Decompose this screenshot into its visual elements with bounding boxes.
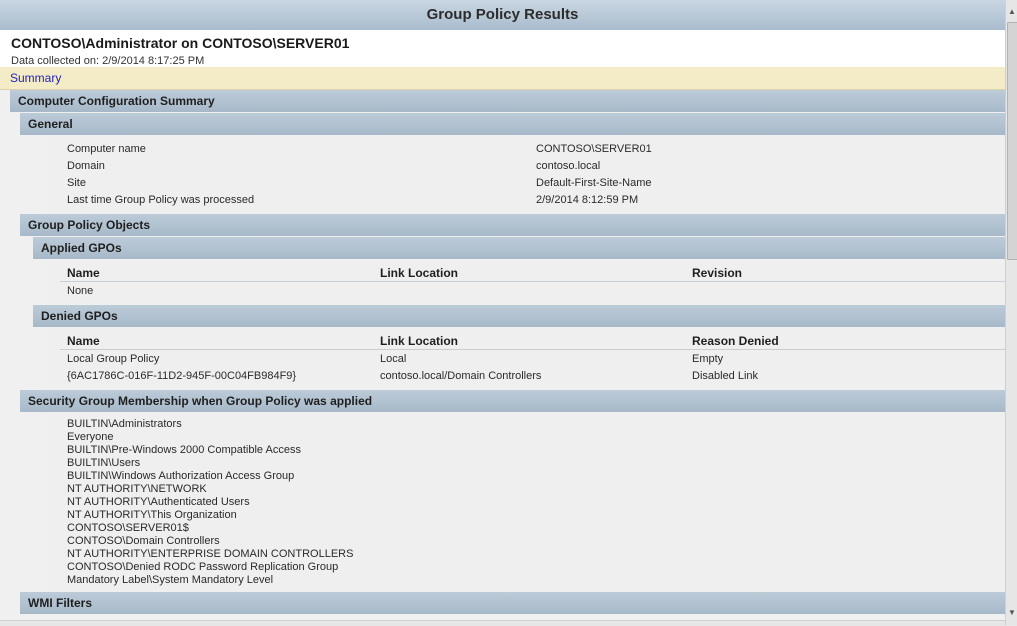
list-item: NT AUTHORITY\Authenticated Users — [67, 496, 250, 508]
report-heading: CONTOSO\Administrator on CONTOSO\SERVER0… — [11, 35, 350, 51]
security-groups-header[interactable]: Security Group Membership when Group Pol… — [20, 390, 1005, 412]
general-value: CONTOSO\SERVER01 — [536, 143, 652, 155]
security-group-list: BUILTIN\Administrators Everyone BUILTIN\… — [67, 418, 353, 587]
list-item: Mandatory Label\System Mandatory Level — [67, 574, 274, 586]
list-item: NT AUTHORITY\This Organization — [67, 509, 237, 521]
general-section-header[interactable]: General — [20, 113, 1005, 135]
list-item: BUILTIN\Windows Authorization Access Gro… — [67, 470, 295, 482]
general-label: Computer name — [67, 143, 146, 155]
table-cell: Disabled Link — [692, 370, 759, 382]
list-item: BUILTIN\Users — [67, 457, 141, 469]
table-cell: Empty — [692, 353, 724, 365]
summary-bar: Summary — [0, 67, 1005, 90]
general-label: Domain — [67, 160, 105, 172]
list-item: BUILTIN\Administrators — [67, 418, 182, 430]
applied-header-divider — [60, 281, 1005, 282]
table-cell: {6AC1786C-016F-11D2-945F-00C04FB984F9} — [67, 370, 297, 382]
general-label: Site — [67, 177, 86, 189]
window-title: Group Policy Results — [0, 0, 1005, 31]
table-cell: Local Group Policy — [67, 353, 160, 365]
data-collected-text: Data collected on: 2/9/2014 8:17:25 PM — [11, 55, 205, 67]
applied-gpos-header[interactable]: Applied GPOs — [33, 237, 1005, 259]
denied-col-reason: Reason Denied — [692, 334, 779, 348]
scrollbar-thumb[interactable] — [1007, 22, 1017, 260]
applied-col-revision: Revision — [692, 266, 743, 280]
list-item: Everyone — [67, 431, 114, 443]
report-header: CONTOSO\Administrator on CONTOSO\SERVER0… — [0, 30, 1005, 68]
list-item: CONTOSO\Domain Controllers — [67, 535, 220, 547]
gpo-section-header[interactable]: Group Policy Objects — [20, 214, 1005, 236]
table-cell: contoso.local/Domain Controllers — [380, 370, 542, 382]
applied-col-link-location: Link Location — [380, 266, 458, 280]
list-item: CONTOSO\Denied RODC Password Replication… — [67, 561, 339, 573]
general-value: 2/9/2014 8:12:59 PM — [536, 194, 639, 206]
list-item: BUILTIN\Pre-Windows 2000 Compatible Acce… — [67, 444, 301, 456]
list-item: NT AUTHORITY\ENTERPRISE DOMAIN CONTROLLE… — [67, 548, 354, 560]
list-item: CONTOSO\SERVER01$ — [67, 522, 189, 534]
denied-col-name: Name — [67, 334, 100, 348]
wmi-filters-header[interactable]: WMI Filters — [20, 592, 1005, 614]
gp-results-window: Group Policy Results CONTOSO\Administrat… — [0, 0, 1017, 626]
general-value: contoso.local — [536, 160, 601, 172]
applied-col-name: Name — [67, 266, 100, 280]
denied-col-link-location: Link Location — [380, 334, 458, 348]
summary-link[interactable]: Summary — [10, 71, 61, 85]
general-value: Default-First-Site-Name — [536, 177, 652, 189]
computer-config-summary-header[interactable]: Computer Configuration Summary — [10, 90, 1005, 112]
arrow-down-icon[interactable]: ▼ — [1007, 607, 1017, 619]
list-item: NT AUTHORITY\NETWORK — [67, 483, 207, 495]
vertical-scrollbar[interactable]: ▲ ▼ — [1005, 0, 1017, 625]
general-label: Last time Group Policy was processed — [67, 194, 255, 206]
denied-header-divider — [60, 349, 1005, 350]
bottom-edge — [0, 620, 1005, 626]
arrow-up-icon[interactable]: ▲ — [1007, 6, 1017, 18]
table-cell: Local — [380, 353, 407, 365]
denied-gpos-header[interactable]: Denied GPOs — [33, 305, 1005, 327]
table-row: None — [67, 285, 94, 297]
